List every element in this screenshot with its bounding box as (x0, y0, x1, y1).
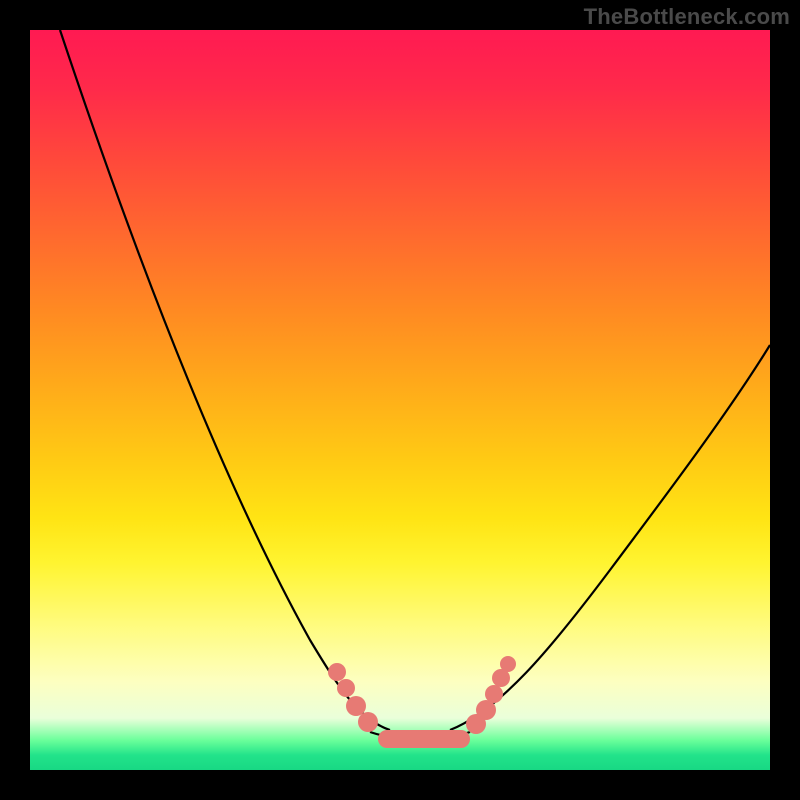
bottleneck-curve-svg (30, 30, 770, 770)
marker-dot (328, 663, 346, 681)
marker-dot (346, 696, 366, 716)
marker-dot (500, 656, 516, 672)
watermark-text: TheBottleneck.com (584, 4, 790, 30)
marker-dot (358, 712, 378, 732)
marker-dot (337, 679, 355, 697)
chart-frame: TheBottleneck.com (0, 0, 800, 800)
marker-dot (476, 700, 496, 720)
curve-left-branch (60, 30, 390, 730)
marker-pill (378, 730, 470, 748)
plot-area (30, 30, 770, 770)
marker-dot (485, 685, 503, 703)
